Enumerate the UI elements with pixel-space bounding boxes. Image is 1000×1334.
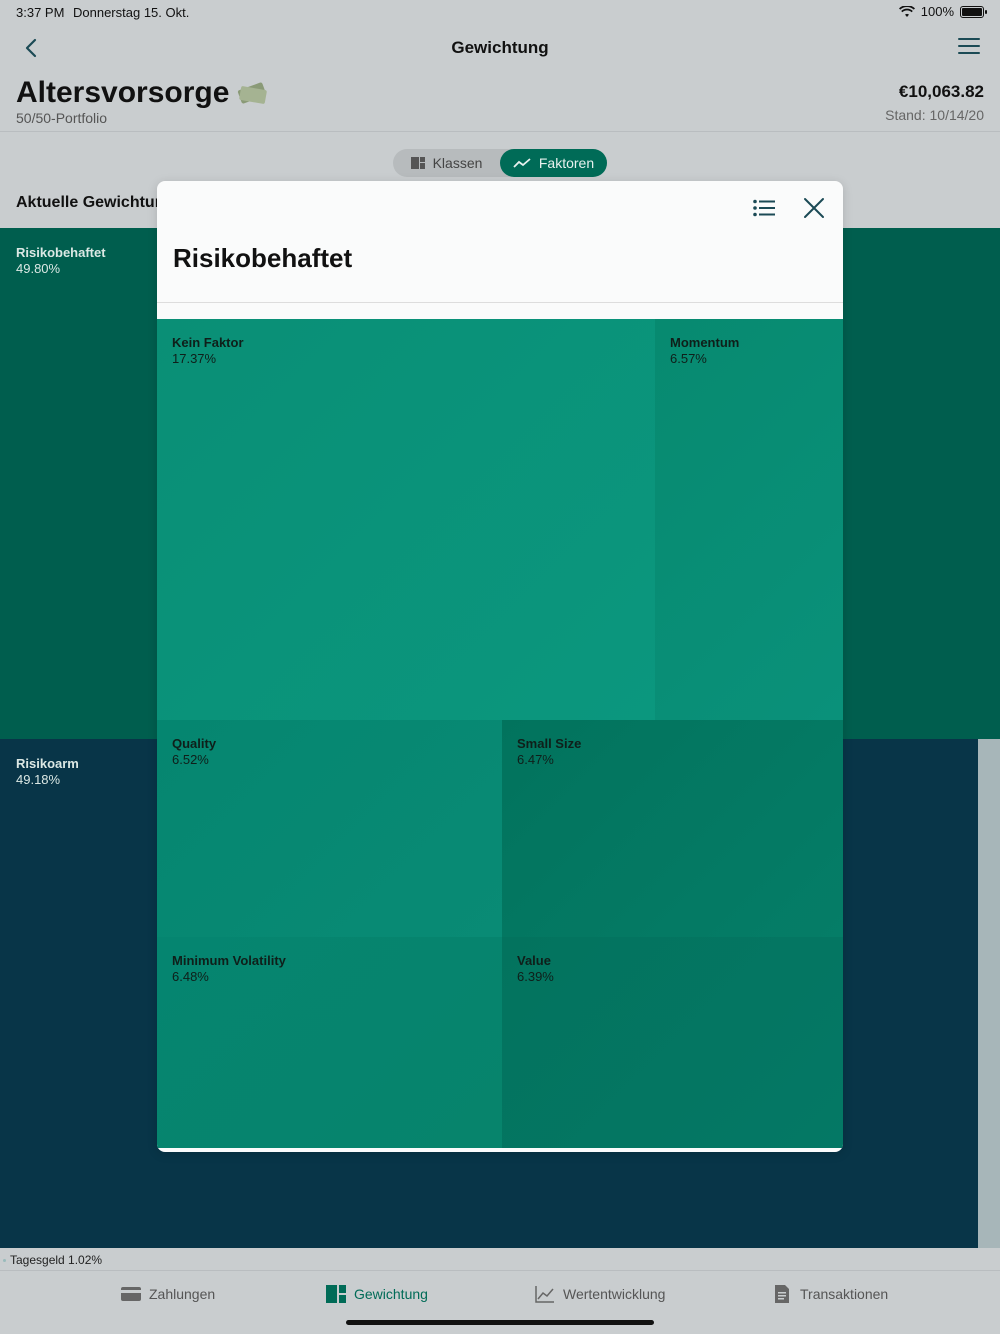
segment-faktoren-label: Faktoren bbox=[538, 155, 595, 171]
detail-modal: Risikobehaftet Kein Faktor 17.37% Moment… bbox=[157, 181, 843, 1152]
tile-value: 6.48% bbox=[172, 969, 209, 984]
tile-minimum-volatility[interactable]: Minimum Volatility 6.48% bbox=[157, 937, 502, 1148]
low-risk-value: 49.18% bbox=[16, 772, 61, 787]
tile-kein-faktor[interactable]: Kein Faktor 17.37% bbox=[157, 319, 655, 720]
close-icon[interactable] bbox=[803, 197, 825, 219]
tab-wertentwicklung-label: Wertentwicklung bbox=[563, 1286, 666, 1302]
section-title: Aktuelle Gewichtur bbox=[16, 194, 161, 211]
tile-small-size[interactable]: Small Size 6.47% bbox=[502, 720, 843, 937]
portfolio-title: Altersvorsorge bbox=[16, 76, 268, 110]
status-date: Donnerstag 15. Okt. bbox=[73, 5, 190, 20]
cash-marker bbox=[3, 1259, 6, 1262]
segment-klassen[interactable]: Klassen bbox=[393, 149, 500, 177]
treemap-block-cash[interactable] bbox=[978, 739, 1000, 1248]
tab-transaktionen-label: Transaktionen bbox=[800, 1286, 889, 1302]
tab-gewichtung-label: Gewichtung bbox=[354, 1286, 428, 1302]
cash-label: Tagesgeld 1.02% bbox=[10, 1253, 103, 1267]
modal-header: Risikobehaftet bbox=[157, 181, 843, 303]
portfolio-header: Altersvorsorge 50/50-Portfolio €10,063.8… bbox=[0, 72, 1000, 132]
low-risk-label: Risikoarm 49.18% bbox=[16, 756, 79, 788]
tile-name: Value bbox=[517, 953, 551, 968]
hamburger-menu-icon[interactable] bbox=[958, 38, 980, 58]
risky-label: Risikobehaftet 49.80% bbox=[16, 245, 106, 277]
tab-gewichtung[interactable]: Gewichtung bbox=[326, 1285, 428, 1303]
tile-name: Quality bbox=[172, 736, 217, 751]
portfolio-name: Altersvorsorge bbox=[16, 76, 230, 109]
segment-faktoren[interactable]: Faktoren bbox=[500, 149, 607, 177]
money-wings-icon bbox=[237, 81, 268, 105]
tab-zahlungen[interactable]: Zahlungen bbox=[121, 1285, 215, 1303]
list-view-icon[interactable] bbox=[753, 199, 775, 217]
tile-value: 6.39% bbox=[517, 969, 554, 984]
treemap-icon bbox=[410, 157, 425, 169]
portfolio-value: €10,063.82 bbox=[898, 82, 984, 101]
portfolio-subtitle: 50/50-Portfolio bbox=[16, 110, 108, 126]
tile-value: 6.52% bbox=[172, 752, 209, 767]
tab-transaktionen[interactable]: Transaktionen bbox=[772, 1285, 888, 1303]
tile-momentum[interactable]: Momentum 6.57% bbox=[655, 319, 843, 720]
document-icon bbox=[775, 1285, 789, 1303]
status-bar: 3:37 PM Donnerstag 15. Okt. 100% bbox=[0, 0, 1000, 24]
view-segmented-control: Klassen Faktoren bbox=[393, 149, 607, 177]
tile-value: 6.47% bbox=[517, 752, 554, 767]
status-right: 100% bbox=[898, 4, 987, 19]
home-indicator bbox=[346, 1320, 654, 1325]
tile-quality[interactable]: Quality 6.52% bbox=[157, 720, 502, 937]
low-risk-name: Risikoarm bbox=[16, 756, 79, 771]
credit-card-icon bbox=[121, 1287, 141, 1301]
risky-name: Risikobehaftet bbox=[16, 245, 106, 260]
tile-value: 6.57% bbox=[670, 351, 707, 366]
tile-name: Minimum Volatility bbox=[172, 953, 286, 968]
tile-name: Momentum bbox=[670, 335, 740, 350]
tile-name: Kein Faktor bbox=[172, 335, 244, 350]
tab-wertentwicklung[interactable]: Wertentwicklung bbox=[535, 1285, 665, 1303]
modal-title: Risikobehaftet bbox=[173, 243, 353, 273]
tile-value: 17.37% bbox=[172, 351, 217, 366]
tile-value[interactable]: Value 6.39% bbox=[502, 937, 843, 1148]
factor-treemap: Kein Faktor 17.37% Momentum 6.57% Qualit… bbox=[157, 319, 843, 1148]
status-time: 3:37 PM bbox=[16, 5, 65, 20]
segment-klassen-label: Klassen bbox=[432, 155, 483, 171]
risky-value: 49.80% bbox=[16, 261, 61, 276]
nav-title: Gewichtung bbox=[451, 38, 549, 57]
tab-zahlungen-label: Zahlungen bbox=[149, 1286, 216, 1302]
treemap-icon bbox=[326, 1285, 346, 1303]
line-chart-icon bbox=[535, 1286, 554, 1303]
portfolio-as-of-date: Stand: 10/14/20 bbox=[885, 107, 984, 123]
tile-name: Small Size bbox=[517, 736, 582, 751]
wifi-icon bbox=[898, 5, 915, 17]
navigation-bar: Gewichtung bbox=[0, 24, 1000, 72]
battery-percent: 100% bbox=[920, 4, 954, 19]
battery-icon bbox=[960, 5, 987, 18]
trend-line-icon bbox=[513, 158, 531, 168]
